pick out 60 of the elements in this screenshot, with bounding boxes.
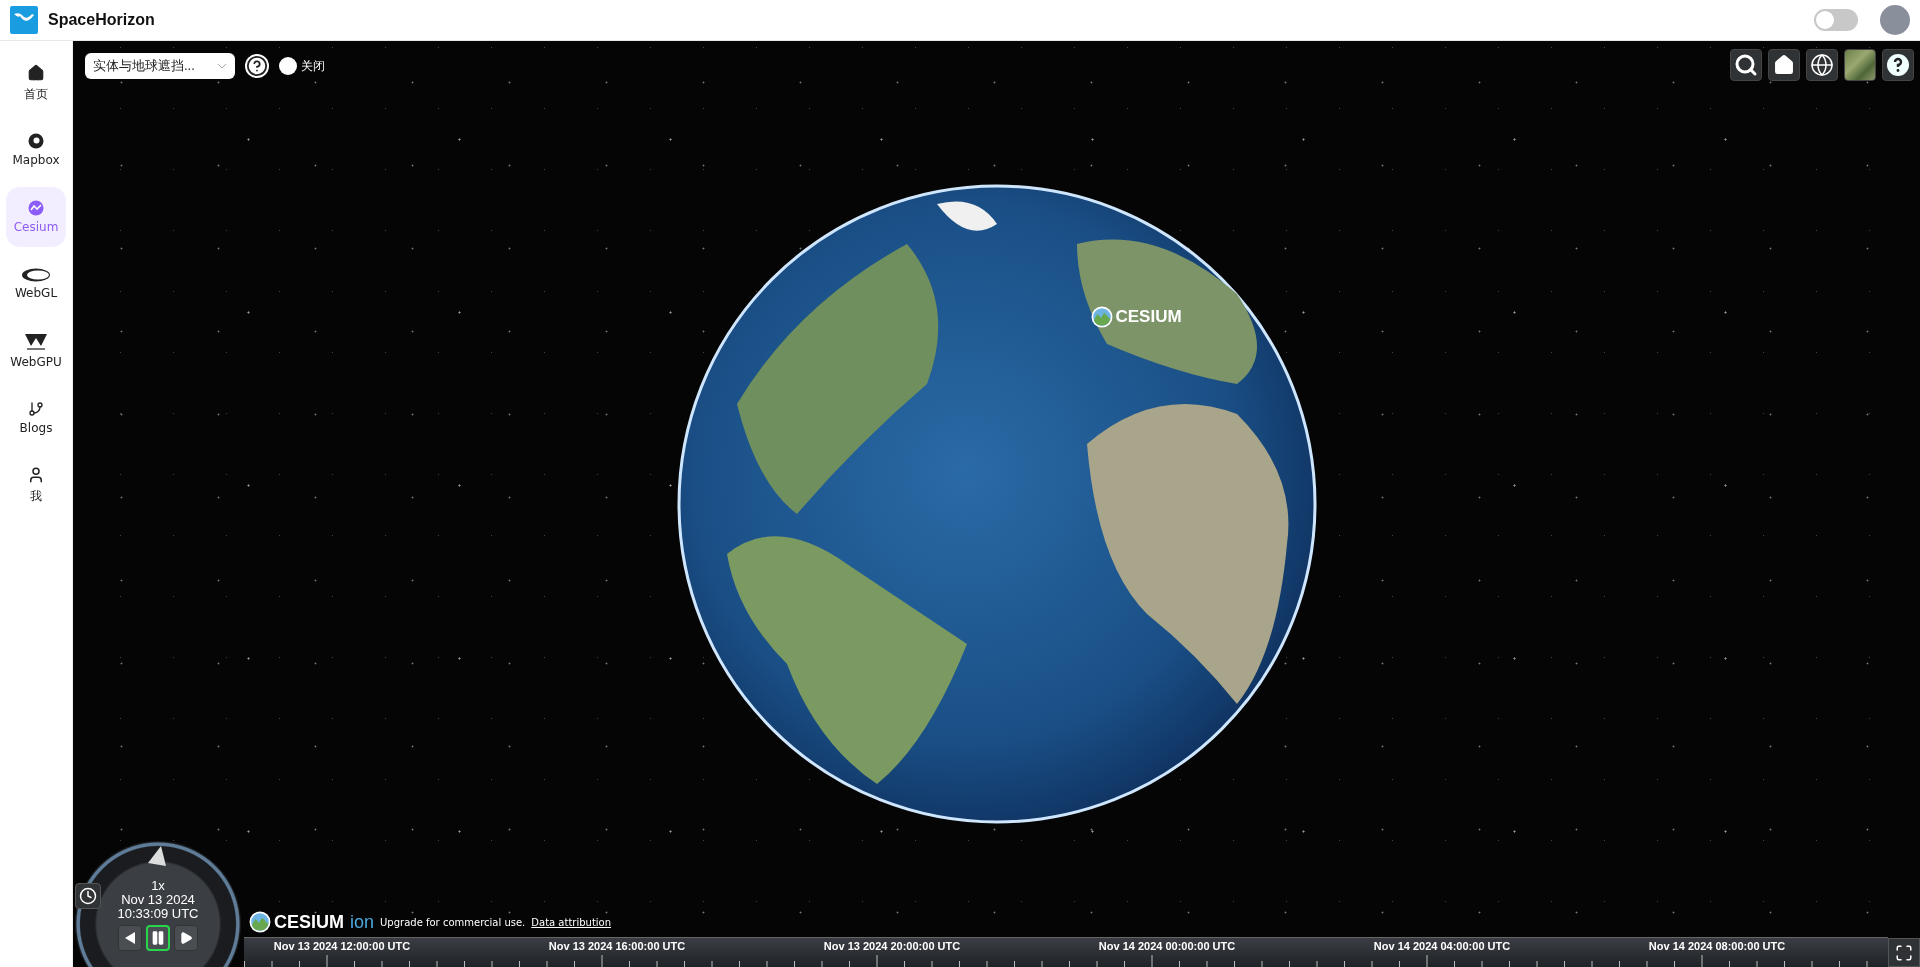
user-icon: [27, 465, 45, 484]
toolbar-button[interactable]: [1806, 49, 1838, 81]
wave-icon: [28, 200, 44, 216]
chevron-icon: [217, 63, 227, 69]
occlusion-switch[interactable]: 关闭: [279, 57, 325, 75]
pause-icon: [150, 930, 166, 946]
speed-text: 1x: [151, 879, 165, 893]
timeline-bar[interactable]: Nov 13 2024 12:00:00 UTC Nov 13 2024 16:00:00 UTC Nov 13 2024 20:00:00 UTC Nov 14 2024 00:00:00 UTC Nov 14 2024 04:00:00 UTC Nov 14 2024 08:00:00 UTC: [244, 937, 1888, 967]
theme-toggle[interactable]: [1814, 9, 1858, 31]
home-icon: [27, 63, 45, 82]
help-icon: [1886, 53, 1910, 77]
logo-suffix: ion: [350, 911, 375, 933]
search-icon: [1734, 53, 1758, 77]
compass-icon: [28, 133, 44, 149]
playback-button[interactable]: [174, 925, 198, 951]
avatar[interactable]: [1880, 5, 1910, 35]
w-logo-icon: [24, 333, 48, 351]
timeline-label: Nov 13 2024 16:00:00 UTC: [548, 940, 686, 952]
app-title: SpaceHorizon: [48, 11, 156, 29]
fullscreen-icon: [1895, 943, 1913, 962]
imagery-thumbnail-button[interactable]: [1844, 49, 1876, 81]
time-text: 10:33:09 UTC: [117, 907, 199, 921]
sidebar-item[interactable]: Cesium: [6, 187, 66, 247]
sidebar-item[interactable]: WebGPU: [6, 321, 66, 381]
house-icon: [1773, 54, 1795, 76]
sidebar-item[interactable]: Mapbox: [6, 120, 66, 180]
play-icon: [179, 931, 193, 945]
help-button[interactable]: [245, 54, 269, 78]
attribution-link[interactable]: Data attribution: [531, 916, 612, 928]
globe-label: CESIUM: [1115, 307, 1182, 327]
cesium-logo-icon: [1090, 306, 1113, 328]
oval-logo-icon: [21, 268, 51, 282]
whale-logo: [10, 6, 38, 34]
timeline-label: Nov 14 2024 08:00:00 UTC: [1648, 940, 1786, 952]
help-icon: [246, 55, 268, 77]
playback-button[interactable]: [146, 925, 170, 951]
shuttle-knob-icon: [147, 845, 167, 867]
logo-wordmark: CESIUM: [274, 911, 344, 933]
sidebar-item[interactable]: 首页: [6, 53, 66, 113]
toolbar-button[interactable]: [1768, 49, 1800, 81]
clock-button[interactable]: [75, 883, 101, 909]
toolbar-button[interactable]: [1882, 49, 1914, 81]
credit-text: Upgrade for commercial use.: [380, 916, 526, 928]
timeline-label: Nov 14 2024 04:00:00 UTC: [1373, 940, 1511, 952]
sidebar-item[interactable]: 我: [6, 455, 66, 515]
timeline-label: Nov 13 2024 12:00:00 UTC: [273, 940, 411, 952]
timeline-label: Nov 14 2024 00:00:00 UTC: [1098, 940, 1236, 952]
playback-button[interactable]: [118, 925, 142, 951]
toolbar-button[interactable]: [1730, 49, 1762, 81]
sidebar-item[interactable]: Blogs: [6, 388, 66, 448]
clock-icon: [79, 887, 97, 905]
mode-dropdown[interactable]: 实体与地球遮挡...: [85, 53, 235, 79]
sidebar-item[interactable]: WebGL: [6, 254, 66, 314]
fullscreen-button[interactable]: [1888, 938, 1920, 967]
left-triangle-icon: [124, 931, 136, 945]
branch-icon: [28, 401, 44, 417]
globe-icon: [1810, 53, 1834, 77]
timeline-label: Nov 13 2024 20:00:00 UTC: [823, 940, 961, 952]
date-text: Nov 13 2024: [121, 893, 195, 907]
cesium-logo-icon: [249, 911, 271, 933]
